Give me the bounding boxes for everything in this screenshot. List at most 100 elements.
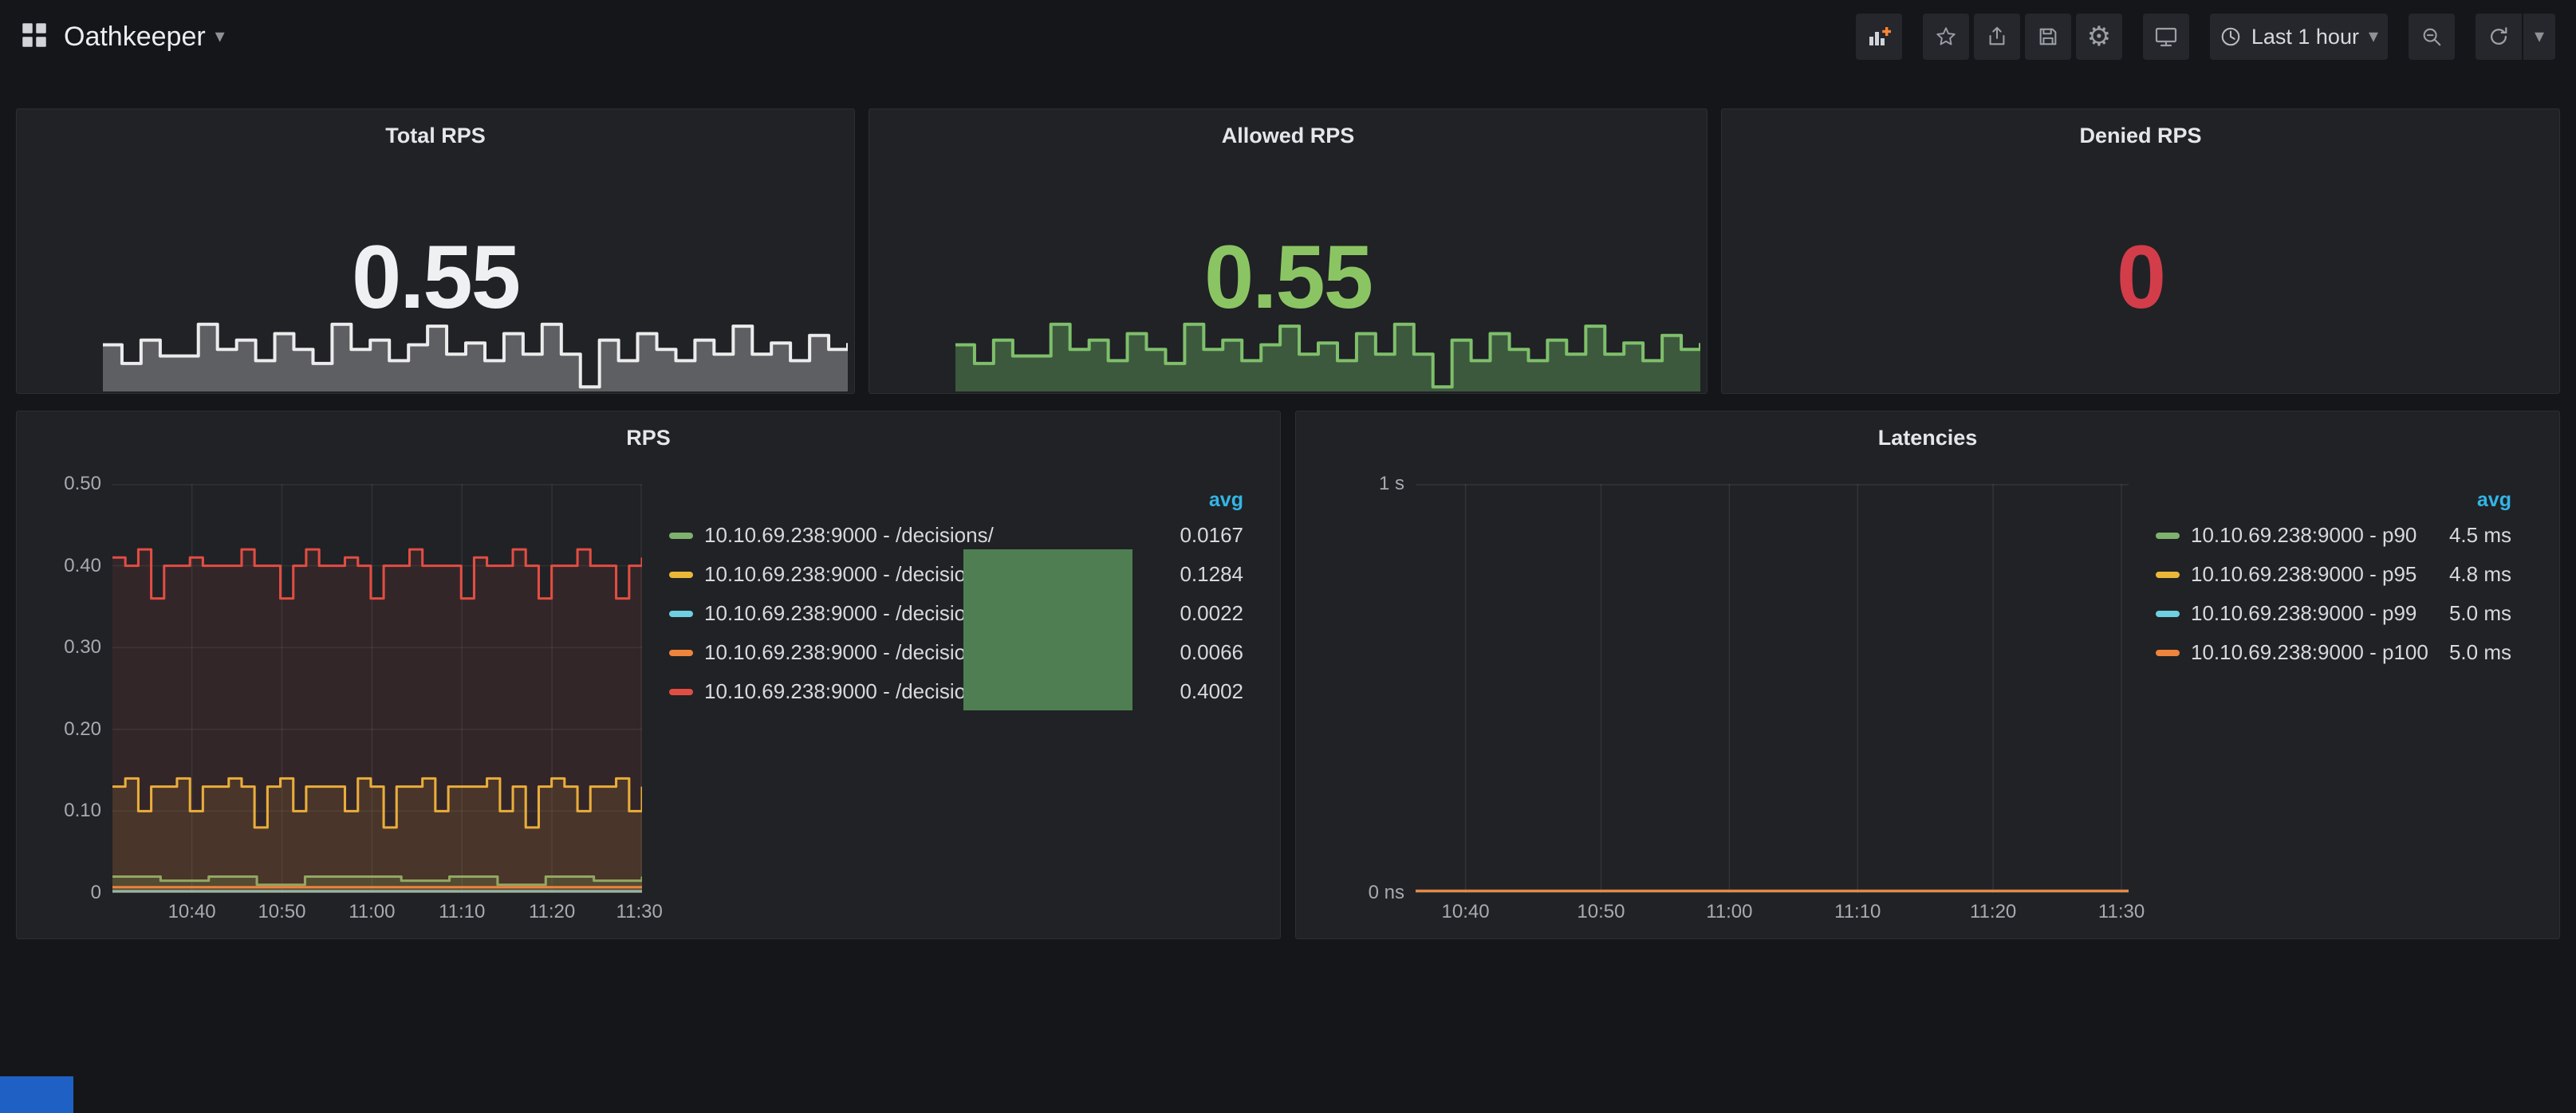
series-color-marker[interactable] xyxy=(2156,533,2180,539)
x-axis: 10:40 10:50 11:00 11:10 11:20 11:30 xyxy=(112,901,642,931)
refresh-interval-dropdown[interactable]: ▾ xyxy=(2523,14,2555,60)
star-button[interactable] xyxy=(1923,14,1969,60)
legend-item[interactable]: 10.10.69.238:9000 - /decisions/ 0.4002 xyxy=(669,672,1243,711)
x-tick: 11:10 xyxy=(1834,901,1881,923)
series-color-marker[interactable] xyxy=(669,533,693,539)
panel-title[interactable]: RPS xyxy=(17,426,1280,450)
star-icon xyxy=(1935,26,1957,48)
y-axis: 1 s 0 ns xyxy=(1320,484,1416,893)
navbar: Oathkeeper ▾ ⚙ xyxy=(0,0,2576,73)
legend-label: 10.10.69.238:9000 - p90 xyxy=(2191,523,2416,548)
legend-avg-header[interactable]: avg xyxy=(2156,484,2511,516)
zoom-out-button[interactable] xyxy=(2409,14,2455,60)
grafana-dashboard: { "navbar": { "dashboard_title": "Oathke… xyxy=(0,0,2576,1113)
legend-value: 0.0022 xyxy=(1180,601,1243,626)
x-tick: 10:50 xyxy=(1577,901,1625,923)
panel-title[interactable]: Total RPS xyxy=(17,124,854,148)
legend-item[interactable]: 10.10.69.238:9000 - p95 4.8 ms xyxy=(2156,555,2511,594)
green-overlay-box xyxy=(963,549,1132,710)
legend-item[interactable]: 10.10.69.238:9000 - p90 4.5 ms xyxy=(2156,516,2511,555)
share-icon xyxy=(1986,26,2008,48)
legend-avg-header[interactable]: avg xyxy=(669,484,1243,516)
rps-plot-area[interactable]: 10:40 10:50 11:00 11:10 11:20 11:30 xyxy=(112,484,642,893)
monitor-icon xyxy=(2154,25,2178,49)
legend-label: 10.10.69.238:9000 - /decisions/ xyxy=(704,601,994,626)
time-range-label: Last 1 hour xyxy=(2251,25,2359,49)
y-tick: 0.10 xyxy=(64,800,101,822)
legend-value: 0.4002 xyxy=(1180,679,1243,704)
legend-value: 0.0167 xyxy=(1180,523,1243,548)
chevron-down-icon: ▾ xyxy=(215,27,225,46)
x-tick: 10:50 xyxy=(258,901,305,923)
latencies-chart xyxy=(1416,484,2129,893)
dashboard-title[interactable]: Oathkeeper ▾ xyxy=(64,22,225,53)
x-tick: 10:40 xyxy=(1442,901,1490,923)
series-color-marker[interactable] xyxy=(2156,650,2180,656)
series-color-marker[interactable] xyxy=(2156,572,2180,578)
panel-total-rps: Total RPS 0.55 xyxy=(16,108,855,394)
legend-label: 10.10.69.238:9000 - p99 xyxy=(2191,601,2416,626)
save-button[interactable] xyxy=(2025,14,2071,60)
x-tick: 11:10 xyxy=(439,901,485,923)
latencies-plot-area[interactable]: 10:40 10:50 11:00 11:10 11:20 11:30 xyxy=(1416,484,2129,893)
corner-blue-element xyxy=(0,1076,73,1113)
panel-title[interactable]: Latencies xyxy=(1296,426,2559,450)
legend-item[interactable]: 10.10.69.238:9000 - /decisions/ 0.0167 xyxy=(669,516,1243,555)
save-icon xyxy=(2037,26,2059,48)
series-color-marker[interactable] xyxy=(2156,611,2180,617)
legend-label: 10.10.69.238:9000 - /decisions/ xyxy=(704,562,994,587)
x-axis: 10:40 10:50 11:00 11:10 11:20 11:30 xyxy=(1416,901,2129,931)
series-color-marker[interactable] xyxy=(669,572,693,578)
y-tick: 0 ns xyxy=(1369,882,1404,904)
legend-item[interactable]: 10.10.69.238:9000 - /decisions/ 0.0022 xyxy=(669,594,1243,633)
zoom-out-icon xyxy=(2420,26,2443,48)
x-tick: 11:00 xyxy=(1706,901,1752,923)
add-panel-icon xyxy=(1867,25,1891,49)
series-color-marker[interactable] xyxy=(669,650,693,656)
y-tick: 0.20 xyxy=(64,718,101,741)
refresh-icon xyxy=(2487,26,2510,48)
gear-icon: ⚙ xyxy=(2087,23,2111,50)
panel-title[interactable]: Denied RPS xyxy=(1722,124,2559,148)
panel-title[interactable]: Allowed RPS xyxy=(869,124,1707,148)
settings-button[interactable]: ⚙ xyxy=(2076,14,2122,60)
legend-value: 4.5 ms xyxy=(2449,523,2511,548)
panel-rps: RPS 0.50 0.40 0.30 0.20 0.10 0 10:40 10:… xyxy=(16,411,1281,939)
stat-panels-row: Total RPS 0.55 Allowed RPS 0.55 Denied R… xyxy=(16,108,2560,394)
legend-item[interactable]: 10.10.69.238:9000 - /decisions/ 0.1284 xyxy=(669,555,1243,594)
series-color-marker[interactable] xyxy=(669,611,693,617)
graph-panels-row: RPS 0.50 0.40 0.30 0.20 0.10 0 10:40 10:… xyxy=(16,411,2560,939)
legend-label: 10.10.69.238:9000 - p100 xyxy=(2191,640,2428,665)
x-tick: 11:00 xyxy=(349,901,395,923)
x-tick: 11:20 xyxy=(529,901,575,923)
time-range-picker[interactable]: Last 1 hour ▾ xyxy=(2210,14,2388,60)
y-tick: 0.30 xyxy=(64,636,101,659)
dashboards-grid-icon[interactable] xyxy=(21,22,48,53)
rps-legend: avg 10.10.69.238:9000 - /decisions/ 0.01… xyxy=(642,484,1280,711)
panel-latencies: Latencies 1 s 0 ns 10:40 10:50 11:00 11:… xyxy=(1295,411,2560,939)
latencies-legend: avg 10.10.69.238:9000 - p90 4.5 ms 10.10… xyxy=(2129,484,2559,672)
rps-chart xyxy=(112,484,642,893)
legend-value: 0.0066 xyxy=(1180,640,1243,665)
series-color-marker[interactable] xyxy=(669,689,693,695)
y-tick: 0.50 xyxy=(64,473,101,495)
add-panel-button[interactable] xyxy=(1856,14,1902,60)
y-axis: 0.50 0.40 0.30 0.20 0.10 0 xyxy=(41,484,112,893)
legend-item[interactable]: 10.10.69.238:9000 - p99 5.0 ms xyxy=(2156,594,2511,633)
chevron-down-icon: ▾ xyxy=(2369,27,2378,46)
share-button[interactable] xyxy=(1974,14,2020,60)
stat-value: 0 xyxy=(1722,226,2559,328)
y-tick: 0 xyxy=(91,882,101,904)
clock-icon xyxy=(2220,26,2242,48)
legend-value: 4.8 ms xyxy=(2449,562,2511,587)
tv-mode-button[interactable] xyxy=(2143,14,2189,60)
legend-label: 10.10.69.238:9000 - p95 xyxy=(2191,562,2416,587)
refresh-button[interactable] xyxy=(2476,14,2522,60)
legend-item[interactable]: 10.10.69.238:9000 - p100 5.0 ms xyxy=(2156,633,2511,672)
stat-value: 0.55 xyxy=(869,226,1707,328)
stat-value: 0.55 xyxy=(17,226,854,328)
legend-value: 0.1284 xyxy=(1180,562,1243,587)
legend-item[interactable]: 10.10.69.238:9000 - /decisions/ 0.0066 xyxy=(669,633,1243,672)
panel-allowed-rps: Allowed RPS 0.55 xyxy=(869,108,1707,394)
legend-label: 10.10.69.238:9000 - /decisions/ xyxy=(704,679,994,704)
